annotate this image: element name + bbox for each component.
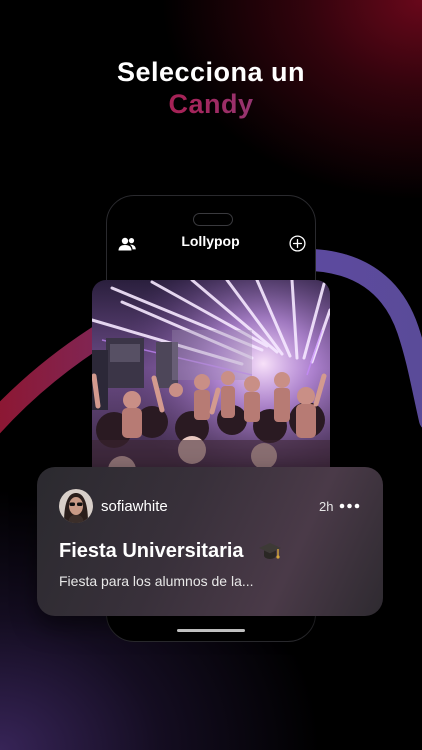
app-title: Lollypop <box>181 233 240 249</box>
more-horizontal-icon[interactable] <box>339 503 360 509</box>
home-indicator <box>177 629 245 632</box>
graduation-cap-icon <box>259 543 281 559</box>
post-card[interactable]: sofiawhite 2h Fiesta Universitaria Fiest… <box>37 467 383 616</box>
post-description: Fiesta para los alumnos de la... <box>59 573 254 589</box>
add-circle-icon[interactable] <box>289 235 306 252</box>
post-time: 2h <box>319 499 334 514</box>
avatar[interactable] <box>59 489 93 523</box>
phone-notch <box>193 213 233 226</box>
post-title: Fiesta Universitaria <box>59 540 244 562</box>
post-username[interactable]: sofiawhite <box>101 498 168 515</box>
